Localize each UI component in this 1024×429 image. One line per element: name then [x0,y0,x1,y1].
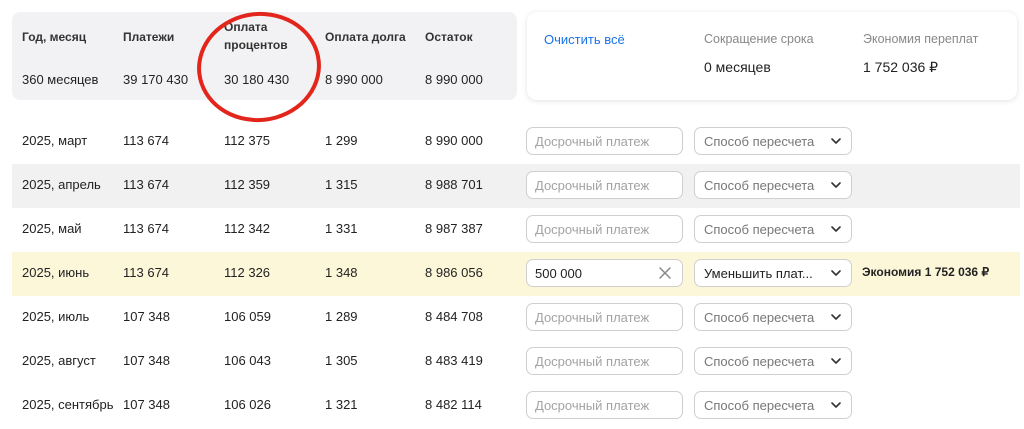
row-interest: 112 359 [224,177,271,192]
total-payments: 39 170 430 [123,72,189,87]
early-payment-input[interactable] [526,215,683,243]
row-savings-note: Экономия 1 752 036 ₽ [862,265,990,279]
row-principal: 1 331 [325,221,358,236]
row-balance: 8 990 000 [425,133,483,148]
recalc-method-select[interactable]: Способ пересчета [694,303,852,331]
recalc-method-value: Уменьшить плат... [704,266,813,281]
header-month: Год, месяц [22,30,87,44]
table-row: 2025, март 113 674 112 375 1 299 8 990 000 Сп… [12,120,1020,164]
row-balance: 8 986 056 [425,265,483,280]
term-reduction-label: Сокращение срока [704,32,814,46]
chevron-down-icon [831,358,841,364]
chevron-down-icon [831,226,841,232]
chevron-down-icon [831,314,841,320]
row-payment: 113 674 [123,133,170,148]
overpayment-savings-label: Экономия переплат [863,32,979,46]
row-month: 2025, сентябрь [22,397,114,412]
total-balance: 8 990 000 [425,72,483,87]
total-interest: 30 180 430 [224,72,290,87]
row-payment: 107 348 [123,397,170,412]
row-interest: 106 026 [224,397,271,412]
table-row: 2025, май 113 674 112 342 1 331 8 987 387 Спо… [12,208,1020,252]
close-icon[interactable] [657,265,673,281]
row-payment: 113 674 [123,265,170,280]
recalc-method-select[interactable]: Способ пересчета [694,215,852,243]
row-balance: 8 482 114 [425,397,482,412]
recalc-method-value: Способ пересчета [704,398,815,413]
recalc-method-select[interactable]: Способ пересчета [694,127,852,155]
header-interest: Оплата процентов [224,18,288,54]
row-balance: 8 484 708 [425,309,483,324]
recalc-method-select[interactable]: Уменьшить плат... [694,259,852,287]
recalc-method-value: Способ пересчета [704,354,815,369]
row-interest: 112 326 [224,265,271,280]
row-principal: 1 321 [325,397,358,412]
row-month: 2025, июнь [22,265,90,280]
row-interest: 112 342 [224,221,271,236]
header-balance: Остаток [425,30,473,44]
row-interest: 106 043 [224,353,271,368]
early-payment-input[interactable] [526,391,683,419]
recalc-method-select[interactable]: Способ пересчета [694,391,852,419]
recalc-method-value: Способ пересчета [704,310,815,325]
recalc-method-value: Способ пересчета [704,178,815,193]
total-principal: 8 990 000 [325,72,383,87]
recalc-method-value: Способ пересчета [704,134,815,149]
row-principal: 1 299 [325,133,358,148]
early-payment-input[interactable] [526,127,683,155]
early-payment-input[interactable] [526,303,683,331]
row-principal: 1 315 [325,177,358,192]
row-interest: 112 375 [224,133,271,148]
summary-panel: Год, месяц Платежи Оплата процентов Опла… [12,12,517,100]
chevron-down-icon [831,402,841,408]
early-payment-input[interactable] [526,347,683,375]
table-row: 2025, апрель 113 674 112 359 1 315 8 988 701… [12,164,1020,208]
chevron-down-icon [831,138,841,144]
row-principal: 1 348 [325,265,358,280]
row-principal: 1 305 [325,353,358,368]
chevron-down-icon [831,270,841,276]
recalc-method-select[interactable]: Способ пересчета [694,171,852,199]
chevron-down-icon [831,182,841,188]
results-panel: Очистить всё Сокращение срока 0 месяцев … [527,12,1017,100]
term-reduction-value: 0 месяцев [704,59,771,75]
table-row: 2025, июль 107 348 106 059 1 289 8 484 708 Сп… [12,296,1020,340]
row-month: 2025, август [22,353,96,368]
overpayment-savings-value: 1 752 036 ₽ [863,59,939,75]
row-month: 2025, июль [22,309,90,324]
row-payment: 113 674 [123,221,170,236]
row-balance: 8 483 419 [425,353,483,368]
header-payments: Платежи [123,30,175,44]
header-principal: Оплата долга [325,30,406,44]
table-row: 2025, сентябрь 107 348 106 026 1 321 8 482 1… [12,384,1020,428]
row-payment: 113 674 [123,177,170,192]
early-payment-input[interactable] [526,171,683,199]
table-row: 2025, июнь 113 674 112 326 1 348 8 986 056 Ум… [12,252,1020,296]
row-balance: 8 988 701 [425,177,483,192]
row-month: 2025, март [22,133,88,148]
clear-all-link[interactable]: Очистить всё [544,32,625,47]
recalc-method-value: Способ пересчета [704,222,815,237]
table-row: 2025, август 107 348 106 043 1 305 8 483 419… [12,340,1020,384]
recalc-method-select[interactable]: Способ пересчета [694,347,852,375]
row-principal: 1 289 [325,309,358,324]
row-payment: 107 348 [123,309,170,324]
header-interest-line1: Оплата [224,20,268,34]
row-month: 2025, май [22,221,82,236]
row-month: 2025, апрель [22,177,101,192]
total-months: 360 месяцев [22,72,99,87]
row-interest: 106 059 [224,309,271,324]
header-interest-line2: процентов [224,38,288,52]
row-balance: 8 987 387 [425,221,483,236]
row-payment: 107 348 [123,353,170,368]
